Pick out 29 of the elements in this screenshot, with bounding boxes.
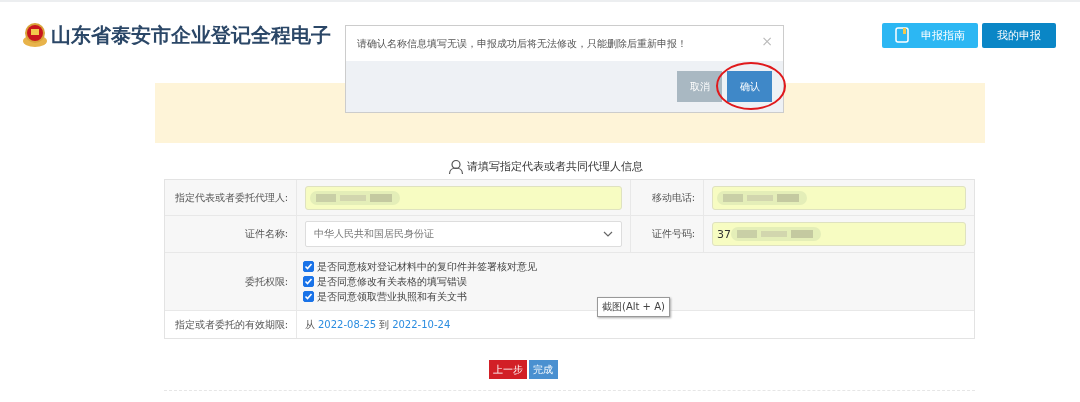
checkbox[interactable] [303,261,314,272]
confirm-button[interactable]: 确认 [727,71,772,102]
input-field[interactable]: 37 [712,222,966,246]
id-type-select[interactable]: 中华人民共和国居民身份证 [305,221,622,247]
checkbox[interactable] [303,291,314,302]
end-date[interactable]: 2022-10-24 [392,319,451,330]
finish-button[interactable]: 完成 [528,360,558,379]
checkbox-label: 是否同意核对登记材料中的复印件并签署核对意见 [317,259,537,274]
book-icon [895,27,909,43]
guide-button[interactable]: 申报指南 [882,22,978,48]
tooltip: 截图(Alt + A) [597,297,670,317]
input-field[interactable] [712,185,966,210]
close-button[interactable]: × [761,32,773,49]
checkbox[interactable] [303,276,314,287]
emblem-icon [22,22,48,48]
site-title: 山东省泰安市企业登记全程电子 [51,21,331,49]
checkbox-label: 是否同意领取营业执照和有关文书 [317,289,467,304]
chevron-down-icon [603,231,613,237]
my-reports-button[interactable]: 我的申报 [982,22,1056,48]
input-field[interactable] [305,185,622,210]
cancel-button[interactable]: 取消 [677,71,722,102]
previous-step-button[interactable]: 上一步 [488,360,527,379]
checkbox-label: 是否同意修改有关表格的填写错误 [317,274,467,289]
user-icon [447,158,464,175]
to-label: 到 [379,317,390,332]
dialog-message: 请确认名称信息填写无误，申报成功后将无法修改，只能删除后重新申报！ [357,36,687,51]
start-date[interactable]: 2022-08-25 [318,319,377,330]
section-title: 请填写指定代表或者共同代理人信息 [466,159,643,174]
from-label: 从 [305,317,315,332]
